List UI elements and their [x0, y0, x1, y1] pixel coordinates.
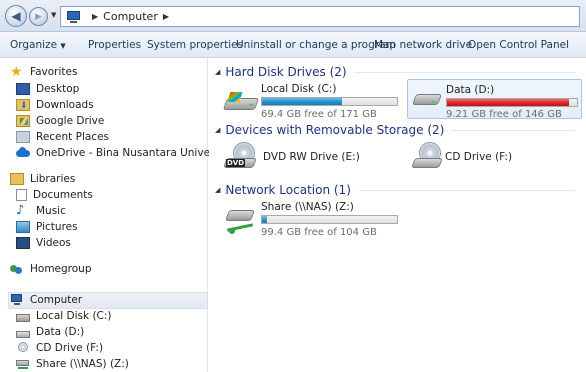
cd-drive-icon [411, 142, 445, 172]
drive-tile-e[interactable]: DVD DVD RW Drive (E:) [221, 140, 401, 176]
computer-icon [65, 10, 83, 23]
group-divider [354, 71, 575, 73]
nav-local-disk[interactable]: Local Disk (C:) [16, 310, 112, 322]
nav-music[interactable]: ♪ Music [16, 203, 66, 218]
breadcrumb-computer[interactable]: Computer [103, 10, 158, 23]
hard-drive-icon [16, 330, 30, 338]
drive-name-c: Local Disk (C:) [261, 83, 337, 95]
libraries-icon [10, 173, 24, 185]
drive-free-d: 9.21 GB free of 146 GB [446, 109, 562, 120]
group-divider [452, 129, 575, 131]
nav-share[interactable]: Share (\\NAS) (Z:) [16, 358, 129, 370]
capacity-bar-c [261, 97, 398, 106]
homegroup-icon [10, 263, 24, 275]
nav-google-drive[interactable]: Google Drive [16, 115, 104, 127]
forward-button[interactable]: ▶ [29, 7, 48, 26]
forward-arrow-icon: ▶ [35, 11, 42, 22]
system-properties-button[interactable]: System properties [147, 39, 243, 51]
breadcrumb-chevron-icon[interactable]: ▶ [163, 12, 169, 21]
drive-tile-z[interactable]: Share (\\NAS) (Z:) 99.4 GB free of 104 G… [221, 200, 406, 240]
uninstall-program-button[interactable]: Uninstall or change a program [236, 39, 396, 51]
organize-button[interactable]: Organize ▼ [10, 39, 66, 51]
back-arrow-icon: ◀ [11, 9, 21, 23]
capacity-bar-z [261, 215, 398, 224]
music-note-icon: ♪ [16, 203, 25, 218]
drive-name-z: Share (\\NAS) (Z:) [261, 201, 354, 213]
star-icon: ★ [10, 64, 23, 80]
videos-icon [16, 237, 30, 249]
drive-name-d: Data (D:) [446, 84, 495, 96]
documents-icon [16, 189, 27, 201]
downloads-icon: ⬇ [16, 99, 30, 111]
nav-desktop[interactable]: Desktop [16, 83, 79, 95]
navigation-pane: ★ Favorites Desktop ⬇ Downloads Google D… [0, 58, 233, 372]
nav-downloads[interactable]: ⬇ Downloads [16, 99, 94, 111]
dvd-drive-icon: DVD [223, 142, 259, 172]
drive-name-e: DVD RW Drive (E:) [263, 151, 360, 163]
drive-free-c: 69.4 GB free of 171 GB [261, 109, 377, 120]
breadcrumb-chevron-icon[interactable]: ▶ [92, 12, 98, 21]
open-control-panel-button[interactable]: Open Control Panel [468, 39, 569, 51]
nav-cd-drive[interactable]: CD Drive (F:) [16, 342, 103, 354]
capacity-fill-c [262, 98, 342, 105]
network-drive-icon [224, 208, 257, 236]
nav-onedrive[interactable]: OneDrive - Bina Nusantara University [16, 147, 233, 159]
google-drive-icon [16, 115, 30, 127]
nav-data[interactable]: Data (D:) [16, 326, 84, 338]
nav-recent-places[interactable]: Recent Places [16, 131, 109, 143]
nav-computer[interactable]: Computer [10, 294, 82, 306]
command-bar: Organize ▼ Properties System properties … [0, 32, 586, 58]
recent-places-icon [16, 131, 30, 143]
nav-videos[interactable]: Videos [16, 237, 71, 249]
dropdown-arrow-icon: ▼ [60, 42, 66, 50]
drive-tile-f[interactable]: CD Drive (F:) [407, 140, 582, 176]
recent-pages-dropdown[interactable]: ▼ [51, 11, 56, 19]
collapse-triangle-icon[interactable]: ◢ [215, 126, 220, 134]
windows-drive-icon [222, 90, 260, 114]
content-pane: ◢ Hard Disk Drives (2) Local Disk (C:) 6… [209, 58, 586, 372]
computer-icon [10, 294, 24, 306]
address-bar: ◀ ▶ ▼ ▶ Computer ▶ [0, 0, 586, 32]
hard-drive-icon [411, 92, 443, 108]
nav-homegroup[interactable]: Homegroup [10, 263, 92, 275]
drive-tile-d[interactable]: Data (D:) 9.21 GB free of 146 GB [407, 79, 582, 120]
nav-libraries[interactable]: Libraries [10, 173, 75, 185]
drive-tile-c[interactable]: Local Disk (C:) 69.4 GB free of 171 GB [221, 80, 406, 120]
cloud-icon [16, 147, 30, 159]
nav-pictures[interactable]: Pictures [16, 221, 78, 233]
collapse-triangle-icon[interactable]: ◢ [215, 186, 220, 194]
nav-favorites[interactable]: ★ Favorites [10, 64, 77, 80]
capacity-fill-z [262, 216, 268, 223]
map-network-drive-button[interactable]: Map network drive [374, 39, 472, 51]
network-drive-icon [16, 358, 30, 370]
local-disk-icon [16, 313, 30, 322]
collapse-triangle-icon[interactable]: ◢ [215, 68, 220, 76]
drive-free-z: 99.4 GB free of 104 GB [261, 227, 377, 238]
back-button[interactable]: ◀ [5, 5, 27, 27]
desktop-icon [16, 83, 30, 95]
group-header-network-location[interactable]: ◢ Network Location (1) [215, 183, 575, 197]
properties-button[interactable]: Properties [88, 39, 141, 51]
nav-documents[interactable]: Documents [16, 189, 93, 201]
capacity-bar-d [446, 98, 578, 107]
address-box[interactable]: ▶ Computer ▶ [60, 6, 580, 27]
group-header-hard-disk-drives[interactable]: ◢ Hard Disk Drives (2) [215, 65, 575, 79]
group-header-removable-storage[interactable]: ◢ Devices with Removable Storage (2) [215, 123, 575, 137]
cd-drive-icon [16, 342, 30, 354]
drive-name-f: CD Drive (F:) [445, 151, 513, 163]
group-divider [358, 189, 575, 191]
capacity-fill-d [447, 99, 570, 106]
pictures-icon [16, 221, 30, 233]
